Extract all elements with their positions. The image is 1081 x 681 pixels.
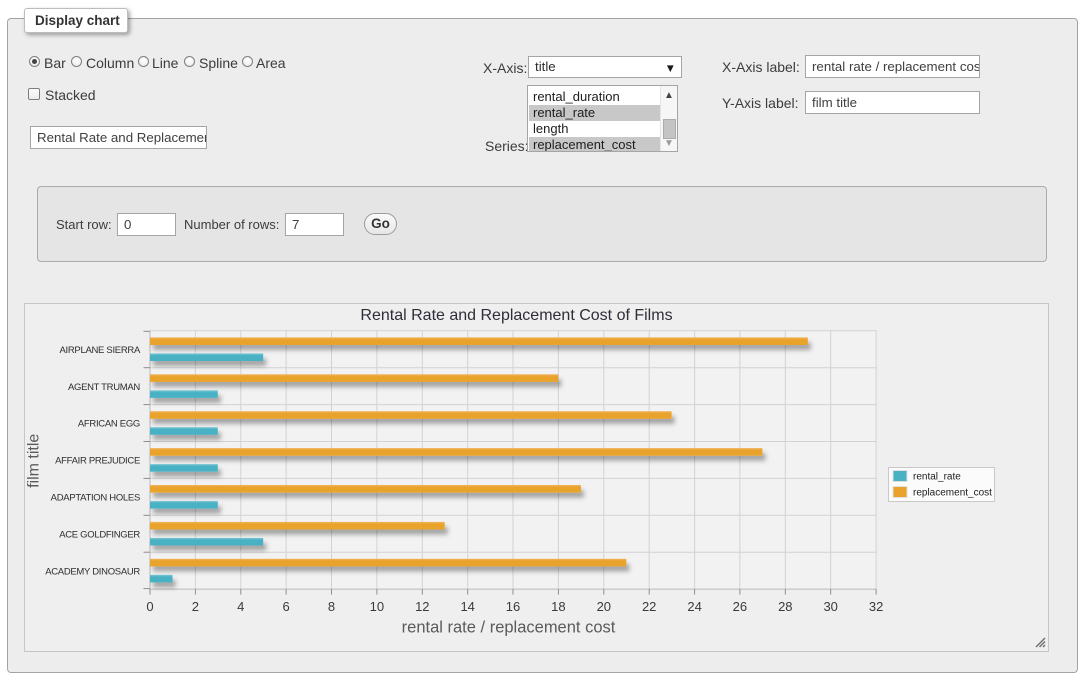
- svg-text:AIRPLANE SIERRA: AIRPLANE SIERRA: [60, 345, 141, 356]
- svg-text:film title: film title: [26, 434, 43, 488]
- svg-text:rental rate / replacement cost: rental rate / replacement cost: [402, 619, 616, 637]
- svg-text:30: 30: [823, 599, 837, 614]
- svg-text:22: 22: [642, 599, 656, 614]
- svg-text:AGENT TRUMAN: AGENT TRUMAN: [68, 382, 140, 393]
- svg-text:20: 20: [597, 599, 611, 614]
- svg-text:26: 26: [733, 599, 747, 614]
- svg-text:10: 10: [370, 599, 384, 614]
- svg-text:Rental Rate and Replacement Co: Rental Rate and Replacement Cost of Film…: [360, 307, 672, 324]
- svg-text:rental_rate: rental_rate: [913, 472, 961, 483]
- svg-text:16: 16: [506, 599, 520, 614]
- svg-text:AFRICAN EGG: AFRICAN EGG: [78, 419, 140, 430]
- svg-text:ACE GOLDFINGER: ACE GOLDFINGER: [59, 529, 140, 540]
- svg-text:0: 0: [146, 599, 153, 614]
- svg-text:32: 32: [869, 599, 883, 614]
- svg-text:4: 4: [237, 599, 244, 614]
- svg-text:18: 18: [551, 599, 565, 614]
- svg-text:28: 28: [778, 599, 792, 614]
- svg-text:2: 2: [192, 599, 199, 614]
- svg-text:ACADEMY DINOSAUR: ACADEMY DINOSAUR: [45, 566, 140, 577]
- svg-text:replacement_cost: replacement_cost: [913, 488, 992, 499]
- svg-text:14: 14: [460, 599, 474, 614]
- svg-text:AFFAIR PREJUDICE: AFFAIR PREJUDICE: [55, 456, 140, 467]
- svg-text:6: 6: [282, 599, 289, 614]
- svg-text:24: 24: [687, 599, 701, 614]
- svg-text:ADAPTATION HOLES: ADAPTATION HOLES: [51, 493, 140, 504]
- svg-text:8: 8: [328, 599, 335, 614]
- svg-text:12: 12: [415, 599, 429, 614]
